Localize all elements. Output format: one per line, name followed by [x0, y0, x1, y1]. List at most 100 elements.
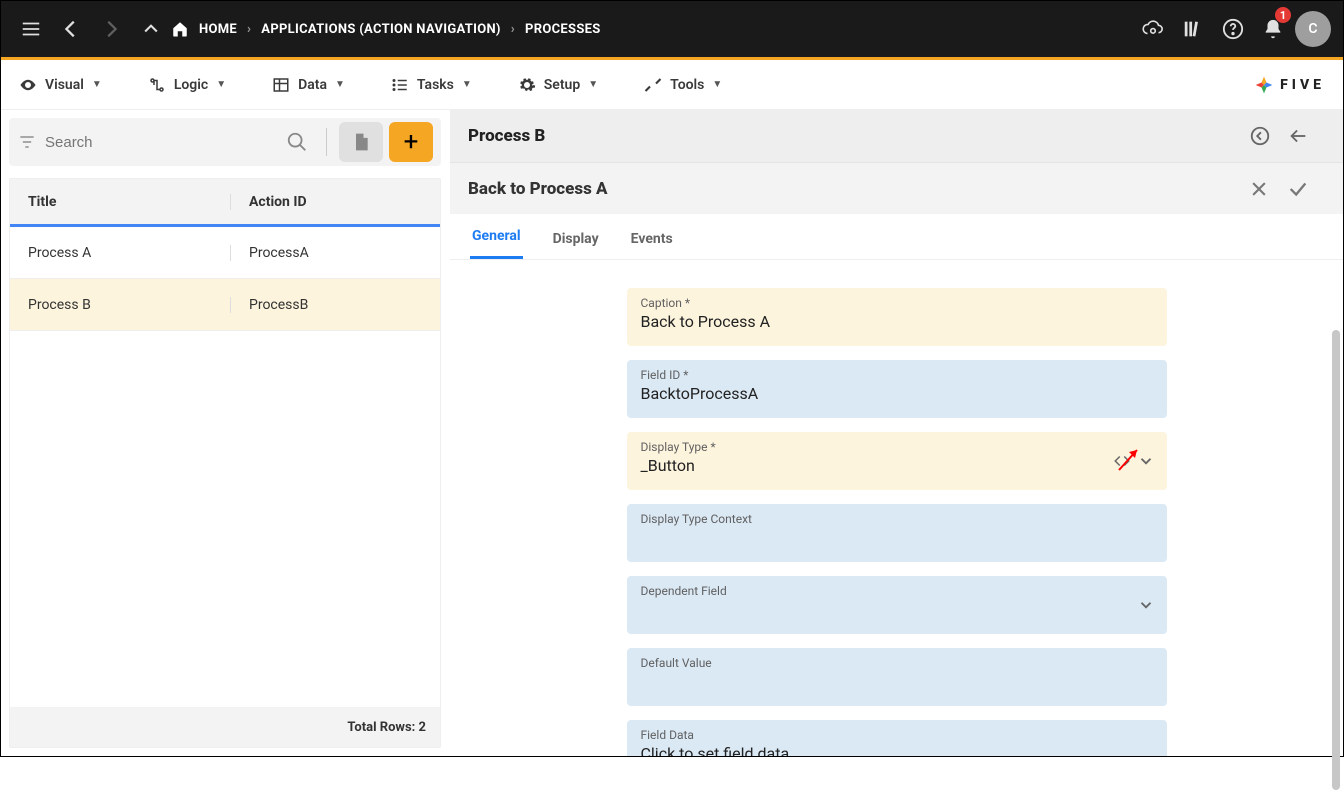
menu-label: Tools — [670, 77, 704, 93]
cell-action: ProcessA — [230, 245, 440, 261]
field-value — [641, 600, 1153, 618]
panel-title: Process B — [468, 126, 545, 146]
field-display-type-context[interactable]: Display Type Context — [627, 504, 1167, 562]
table-row[interactable]: Process A ProcessA — [10, 227, 440, 279]
field-value — [641, 672, 1153, 690]
col-title[interactable]: Title — [10, 194, 230, 210]
chevron-down-icon[interactable] — [1137, 596, 1155, 614]
top-bar: HOME › APPLICATIONS (ACTION NAVIGATION) … — [1, 1, 1343, 57]
gear-icon — [518, 76, 536, 94]
field-dependent-field[interactable]: Dependent Field — [627, 576, 1167, 634]
menu-label: Tasks — [417, 77, 454, 93]
menu-tools[interactable]: Tools ▼ — [644, 76, 722, 94]
back-arrow-icon[interactable] — [1287, 125, 1325, 147]
form-area: Caption * Back to Process A Field ID * B… — [450, 260, 1343, 756]
menu-setup[interactable]: Setup ▼ — [518, 76, 598, 94]
menu-logic[interactable]: Logic ▼ — [148, 76, 226, 94]
field-field-id[interactable]: Field ID * BacktoProcessA — [627, 360, 1167, 418]
process-table: Title Action ID Process A ProcessA Proce… — [9, 178, 441, 748]
crumb-processes[interactable]: PROCESSES — [525, 22, 601, 37]
brand-icon — [1254, 75, 1274, 95]
table-row[interactable]: Process B ProcessB — [10, 279, 440, 331]
confirm-check-icon[interactable] — [1287, 178, 1325, 200]
help-icon[interactable] — [1213, 9, 1253, 49]
caret-icon: ▼ — [216, 79, 226, 90]
field-label: Display Type Context — [641, 512, 1153, 526]
chevron-down-icon[interactable] — [1137, 452, 1155, 470]
field-label: Default Value — [641, 656, 1153, 670]
caret-icon: ▼ — [588, 79, 598, 90]
cell-title: Process B — [10, 297, 230, 313]
scrollbar[interactable] — [1332, 330, 1340, 790]
eye-icon — [19, 76, 37, 94]
panel-subtitle: Back to Process A — [468, 179, 608, 199]
grid-icon — [272, 76, 290, 94]
tab-display[interactable]: Display — [551, 219, 601, 259]
cell-action: ProcessB — [230, 297, 440, 313]
search-icon[interactable] — [286, 131, 308, 153]
field-label: Caption * — [641, 296, 1153, 310]
field-label: Dependent Field — [641, 584, 1153, 598]
crumb-home[interactable]: HOME — [199, 22, 237, 37]
code-icon[interactable] — [1113, 452, 1131, 470]
refresh-back-icon[interactable] — [1249, 125, 1287, 147]
tabs: General Display Events — [450, 214, 1343, 260]
field-value — [641, 528, 1153, 546]
library-icon[interactable] — [1173, 9, 1213, 49]
menu-data[interactable]: Data ▼ — [272, 76, 345, 94]
back-icon[interactable] — [51, 9, 91, 49]
crumb-applications[interactable]: APPLICATIONS (ACTION NAVIGATION) — [261, 22, 501, 37]
field-value: BacktoProcessA — [641, 384, 1153, 403]
filter-icon[interactable] — [17, 132, 39, 152]
caret-icon: ▼ — [335, 79, 345, 90]
menu-label: Logic — [174, 77, 208, 93]
field-field-data[interactable]: Field Data Click to set field data — [627, 720, 1167, 756]
field-value: Back to Process A — [641, 312, 1153, 331]
document-button[interactable] — [339, 122, 383, 162]
panel-header-secondary: Back to Process A — [450, 162, 1343, 214]
notif-badge: 1 — [1275, 7, 1291, 23]
tab-general[interactable]: General — [470, 216, 523, 259]
field-label: Field ID * — [641, 368, 1153, 382]
logic-icon — [148, 76, 166, 94]
menu-icon[interactable] — [11, 9, 51, 49]
divider — [326, 128, 327, 156]
avatar[interactable]: C — [1293, 9, 1333, 49]
home-icon — [171, 20, 189, 38]
search-row: + — [9, 118, 441, 166]
up-icon[interactable] — [131, 9, 171, 49]
menu-label: Setup — [544, 77, 580, 93]
menu-visual[interactable]: Visual ▼ — [19, 76, 102, 94]
brand-logo: FIVE — [1254, 75, 1325, 95]
col-action-id[interactable]: Action ID — [230, 194, 440, 210]
cell-title: Process A — [10, 245, 230, 261]
caret-icon: ▼ — [712, 79, 722, 90]
add-button[interactable]: + — [389, 122, 433, 162]
close-icon[interactable] — [1249, 179, 1287, 199]
table-header: Title Action ID — [10, 179, 440, 227]
menu-tasks[interactable]: Tasks ▼ — [391, 76, 472, 94]
field-display-type[interactable]: Display Type * _Button — [627, 432, 1167, 490]
tools-icon — [644, 76, 662, 94]
forward-icon — [91, 9, 131, 49]
field-default-value[interactable]: Default Value — [627, 648, 1167, 706]
table-footer: Total Rows: 2 — [10, 707, 440, 747]
avatar-letter: C — [1308, 21, 1317, 37]
breadcrumb: HOME › APPLICATIONS (ACTION NAVIGATION) … — [171, 20, 601, 38]
tab-events[interactable]: Events — [629, 219, 675, 259]
field-label: Display Type * — [641, 440, 1153, 454]
menu-label: Data — [298, 77, 327, 93]
search-input[interactable] — [45, 134, 280, 151]
notifications-icon[interactable]: 1 — [1253, 9, 1293, 49]
chevron-right-icon: › — [511, 22, 515, 37]
left-panel: + Title Action ID Process A ProcessA Pro… — [1, 110, 449, 756]
caret-icon: ▼ — [92, 79, 102, 90]
menu-label: Visual — [45, 77, 84, 93]
brand-text: FIVE — [1280, 77, 1325, 93]
chevron-right-icon: › — [247, 22, 251, 37]
field-caption[interactable]: Caption * Back to Process A — [627, 288, 1167, 346]
list-icon — [391, 76, 409, 94]
field-value: _Button — [641, 456, 1153, 475]
cloud-icon[interactable] — [1133, 9, 1173, 49]
caret-icon: ▼ — [462, 79, 472, 90]
